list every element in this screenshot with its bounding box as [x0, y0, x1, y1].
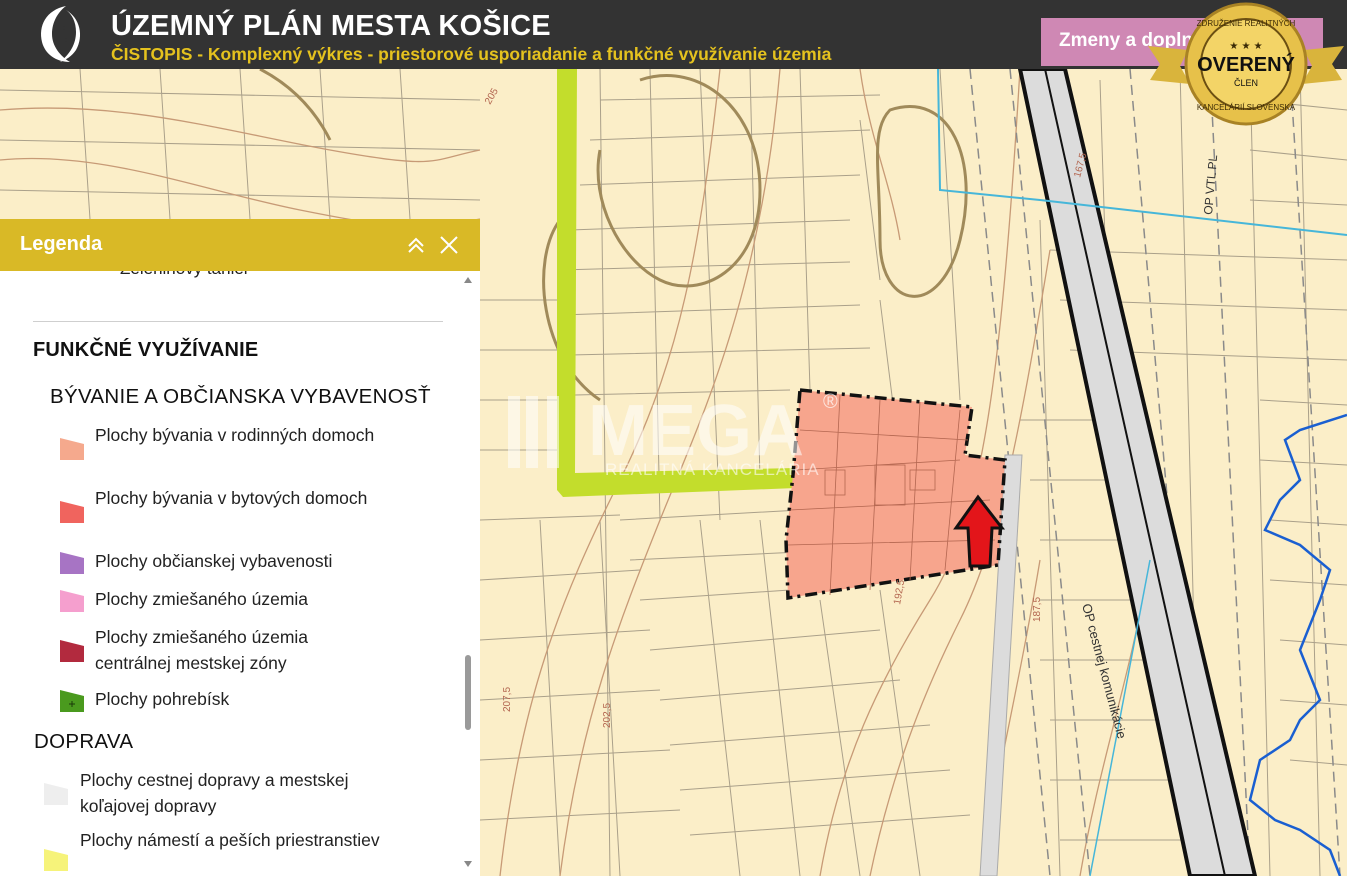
legend-item: Plochy cestnej dopravy a mestskej koľajo… — [44, 767, 384, 819]
legend-swatch — [60, 590, 84, 612]
legend-section-heading: FUNKČNÉ VYUŽÍVANIE — [33, 339, 259, 361]
page-subtitle: ČISTOPIS - Komplexný výkres - priestorov… — [111, 44, 832, 64]
divider — [33, 321, 443, 322]
legend-title: Legenda — [20, 233, 103, 255]
watermark-tagline: REALITNÁ KANCELÁRIA — [605, 460, 820, 479]
city-logo-icon — [41, 6, 81, 62]
scroll-down-icon[interactable] — [464, 861, 472, 867]
legend-swatch — [60, 690, 84, 712]
legend-scroll-thumb[interactable] — [465, 655, 471, 730]
legend-swatch — [44, 849, 68, 871]
legend-scrollbar[interactable] — [463, 271, 475, 876]
scroll-up-icon[interactable] — [464, 277, 472, 283]
badge-top-text: ZDRUŽENIE REALITNÝCH — [1197, 19, 1296, 28]
legend-swatch — [60, 438, 84, 460]
watermark-logo — [508, 396, 559, 468]
contour-label: 187,5 — [1032, 597, 1043, 622]
legend-item: Plochy bývania v rodinných domoch — [60, 422, 390, 474]
close-icon[interactable] — [437, 233, 461, 257]
legend-item: Plochy pohrebísk — [60, 686, 390, 712]
legend-body[interactable]: Zeleninový tanier FUNKČNÉ VYUŽÍVANIE BÝV… — [0, 271, 480, 876]
app-header: ÚZEMNÝ PLÁN MESTA KOŠICE ČISTOPIS - Komp… — [0, 0, 1347, 69]
contour-label: 202,5 — [602, 703, 613, 728]
legend-item-label: Plochy cestnej dopravy a mestskej koľajo… — [80, 770, 349, 816]
badge-stars: ★ ★ ★ — [1229, 41, 1262, 52]
contour-label: 207,5 — [502, 687, 513, 712]
collapse-chevrons-icon[interactable] — [404, 233, 428, 257]
badge-bottom-text: KANCELÁRIÍ SLOVENSKA — [1197, 103, 1296, 112]
legend-group-heading: DOPRAVA — [34, 730, 134, 753]
legend-swatch — [44, 783, 68, 805]
legend-panel: Legenda Zeleninový tanier FUNKČNÉ VYUŽÍV… — [0, 219, 480, 876]
legend-cut-item: Zeleninový tanier — [120, 271, 249, 279]
page-title: ÚZEMNÝ PLÁN MESTA KOŠICE — [111, 10, 551, 42]
legend-item-label: Plochy občianskej vybavenosti — [95, 551, 333, 571]
legend-item: Plochy zmiešaného územia centrálnej mest… — [60, 624, 390, 676]
legend-swatch — [60, 640, 84, 662]
legend-item: Plochy bývania v bytových domoch — [60, 485, 390, 537]
legend-item-label: Plochy zmiešaného územia centrálnej mest… — [95, 627, 309, 673]
legend-item-label: Plochy pohrebísk — [95, 689, 230, 709]
legend-item: Plochy námestí a peších priestranstiev — [44, 827, 384, 876]
legend-header: Legenda — [0, 219, 480, 271]
watermark-brand: MEGA — [588, 391, 804, 471]
legend-group-heading: BÝVANIE A OBČIANSKA VYBAVENOSŤ — [50, 385, 431, 408]
legend-item-label: Plochy námestí a peších priestranstiev — [80, 830, 380, 850]
badge-sub-text: ČLEN — [1234, 78, 1258, 88]
legend-item: Plochy zmiešaného územia — [60, 586, 390, 612]
legend-item-label: Plochy bývania v rodinných domoch — [95, 425, 375, 445]
badge-main-text: OVERENÝ — [1197, 52, 1295, 76]
legend-swatch — [60, 552, 84, 574]
legend-item-label: Plochy zmiešaného územia — [95, 589, 309, 609]
legend-item: Plochy občianskej vybavenosti — [60, 548, 390, 574]
legend-item-label: Plochy bývania v bytových domoch — [95, 488, 368, 508]
verified-member-badge: ZDRUŽENIE REALITNÝCH ★ ★ ★ OVERENÝ ČLEN … — [1148, 2, 1344, 126]
legend-swatch — [60, 501, 84, 523]
svg-text:®: ® — [823, 391, 838, 413]
